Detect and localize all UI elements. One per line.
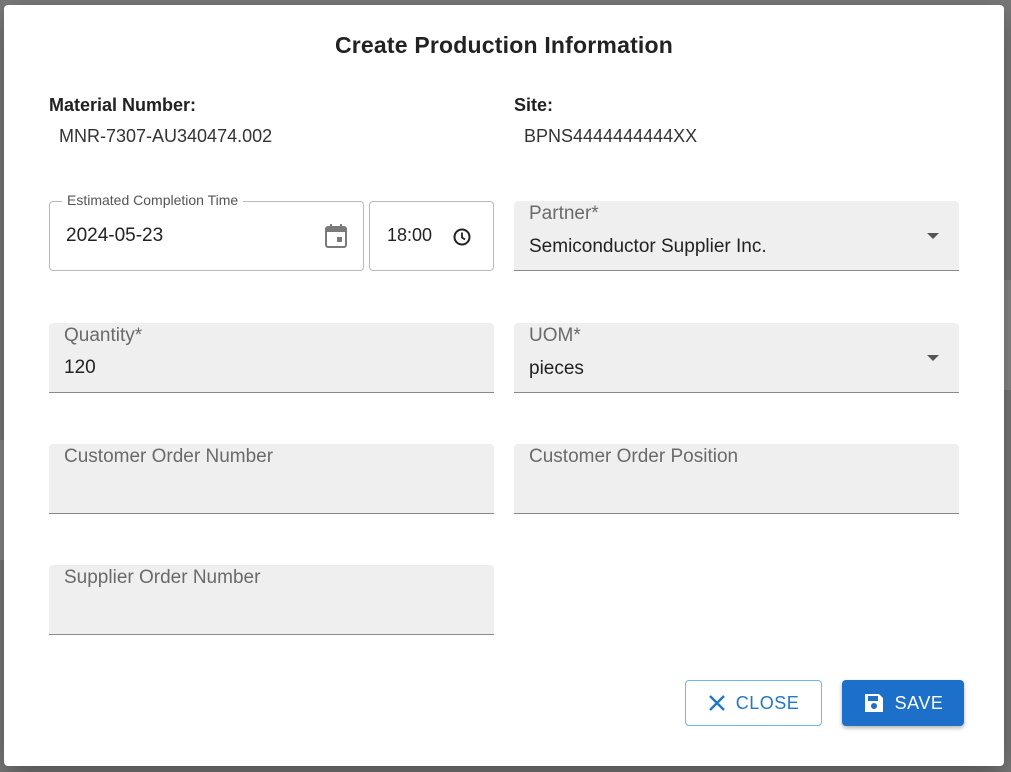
completion-date-value: 2024-05-23	[66, 225, 164, 246]
customer-order-number-field[interactable]: Customer Order Number	[49, 444, 494, 514]
save-button[interactable]: SAVE	[842, 680, 964, 726]
estimated-completion-date-field[interactable]: Estimated Completion Time 2024-05-23	[49, 192, 364, 271]
quantity-label: Quantity*	[64, 325, 143, 346]
site-value: BPNS4444444444XX	[524, 126, 698, 146]
background-panel	[1004, 280, 1011, 390]
close-icon	[708, 694, 726, 712]
customer-order-number-label: Customer Order Number	[64, 446, 274, 467]
create-production-dialog: Create Production Information Material N…	[4, 5, 1004, 766]
site-label: Site:	[514, 95, 554, 115]
save-button-label: SAVE	[894, 692, 944, 713]
partner-select[interactable]: Partner* Semiconductor Supplier Inc.	[514, 201, 959, 271]
supplier-order-number-label: Supplier Order Number	[64, 567, 261, 588]
supplier-order-number-field[interactable]: Supplier Order Number	[49, 565, 494, 635]
completion-time-value: 18:00	[387, 225, 433, 245]
chevron-down-icon	[927, 355, 939, 361]
uom-value: pieces	[529, 358, 584, 379]
partner-value: Semiconductor Supplier Inc.	[529, 236, 767, 257]
calendar-icon[interactable]	[322, 222, 350, 250]
material-number-label: Material Number:	[49, 95, 197, 115]
estimated-completion-time-field[interactable]: 18:00	[369, 201, 494, 271]
chevron-down-icon	[927, 233, 939, 239]
estimated-completion-label: Estimated Completion Time	[62, 192, 244, 208]
quantity-field[interactable]: Quantity* 120	[49, 323, 494, 393]
quantity-value: 120	[64, 357, 96, 378]
material-number-value: MNR-7307-AU340474.002	[59, 126, 273, 146]
uom-select[interactable]: UOM* pieces	[514, 323, 959, 393]
close-button[interactable]: CLOSE	[685, 680, 822, 726]
clock-icon[interactable]	[450, 225, 474, 249]
customer-order-position-label: Customer Order Position	[529, 446, 739, 467]
close-button-label: CLOSE	[735, 692, 800, 713]
customer-order-position-field[interactable]: Customer Order Position	[514, 444, 959, 514]
uom-label: UOM*	[529, 325, 581, 346]
floppy-disk-icon	[863, 692, 885, 714]
partner-label: Partner*	[529, 203, 599, 224]
dialog-title: Create Production Information	[334, 32, 674, 58]
